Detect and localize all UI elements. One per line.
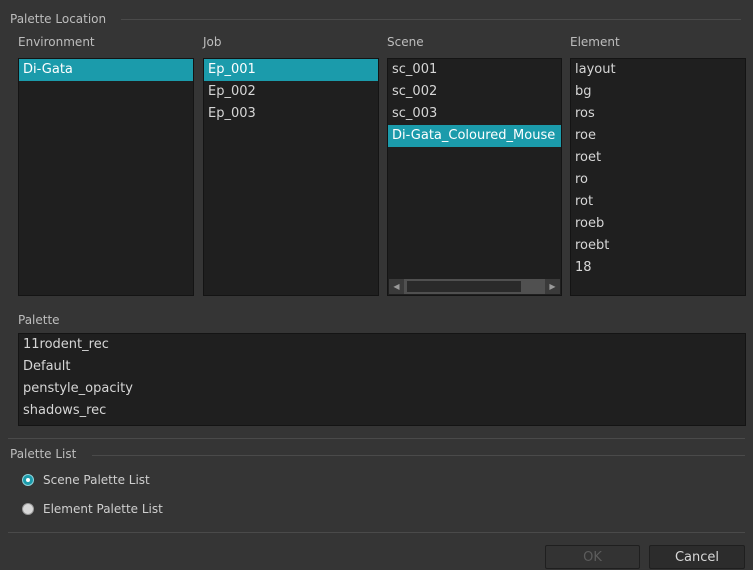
palette-item[interactable]: 11rodent_rec <box>19 334 745 356</box>
cancel-button[interactable]: Cancel <box>649 545 745 569</box>
scene-palette-list-option[interactable]: Scene Palette List <box>22 469 150 491</box>
element-item[interactable]: roebt <box>571 235 745 257</box>
environment-item[interactable]: Di-Gata <box>19 59 193 81</box>
element-palette-list-option[interactable]: Element Palette List <box>22 498 163 520</box>
scene-horizontal-scrollbar[interactable]: ◀ ▶ <box>389 279 560 294</box>
element-item[interactable]: 18 <box>571 257 745 279</box>
scene-item[interactable]: sc_003 <box>388 103 561 125</box>
radio-checked-icon[interactable] <box>22 474 34 486</box>
palette-item[interactable]: penstyle_opacity <box>19 378 745 400</box>
job-list[interactable]: Ep_001 Ep_002 Ep_003 <box>203 58 379 296</box>
radio-unchecked-icon[interactable] <box>22 503 34 515</box>
job-item[interactable]: Ep_003 <box>204 103 378 125</box>
scene-list[interactable]: sc_001 sc_002 sc_003 Di-Gata_Coloured_Mo… <box>387 58 562 296</box>
scroll-left-icon[interactable]: ◀ <box>389 279 404 294</box>
palette-item[interactable]: shadows_rec <box>19 400 745 422</box>
scene-header: Scene <box>387 35 424 49</box>
element-item[interactable]: roeb <box>571 213 745 235</box>
environment-header: Environment <box>18 35 95 49</box>
palette-header: Palette <box>18 313 60 327</box>
environment-list[interactable]: Di-Gata <box>18 58 194 296</box>
group-divider <box>8 532 745 533</box>
scene-item[interactable]: sc_002 <box>388 81 561 103</box>
element-item[interactable]: roe <box>571 125 745 147</box>
element-item[interactable]: roet <box>571 147 745 169</box>
ok-button[interactable]: OK <box>545 545 640 569</box>
job-item[interactable]: Ep_001 <box>204 59 378 81</box>
group-divider <box>121 19 741 20</box>
element-item[interactable]: bg <box>571 81 745 103</box>
job-item[interactable]: Ep_002 <box>204 81 378 103</box>
job-header: Job <box>203 35 222 49</box>
palette-item[interactable]: Default <box>19 356 745 378</box>
palette-list[interactable]: 11rodent_rec Default penstyle_opacity sh… <box>18 333 746 426</box>
scene-item[interactable]: sc_001 <box>388 59 561 81</box>
scene-item[interactable]: Di-Gata_Coloured_Mouse <box>388 125 561 147</box>
scroll-right-icon[interactable]: ▶ <box>545 279 560 294</box>
element-item[interactable]: ros <box>571 103 745 125</box>
element-header: Element <box>570 35 620 49</box>
element-item[interactable]: layout <box>571 59 745 81</box>
element-list[interactable]: layout bg ros roe roet ro rot roeb roebt… <box>570 58 746 296</box>
group-divider <box>92 455 745 456</box>
palette-location-group-title: Palette Location <box>10 12 107 26</box>
element-palette-list-label: Element Palette List <box>43 502 163 516</box>
scene-palette-list-label: Scene Palette List <box>43 473 150 487</box>
scroll-thumb[interactable] <box>407 281 521 292</box>
element-item[interactable]: ro <box>571 169 745 191</box>
group-divider <box>8 438 745 439</box>
palette-list-group-title: Palette List <box>10 447 77 461</box>
element-item[interactable]: rot <box>571 191 745 213</box>
